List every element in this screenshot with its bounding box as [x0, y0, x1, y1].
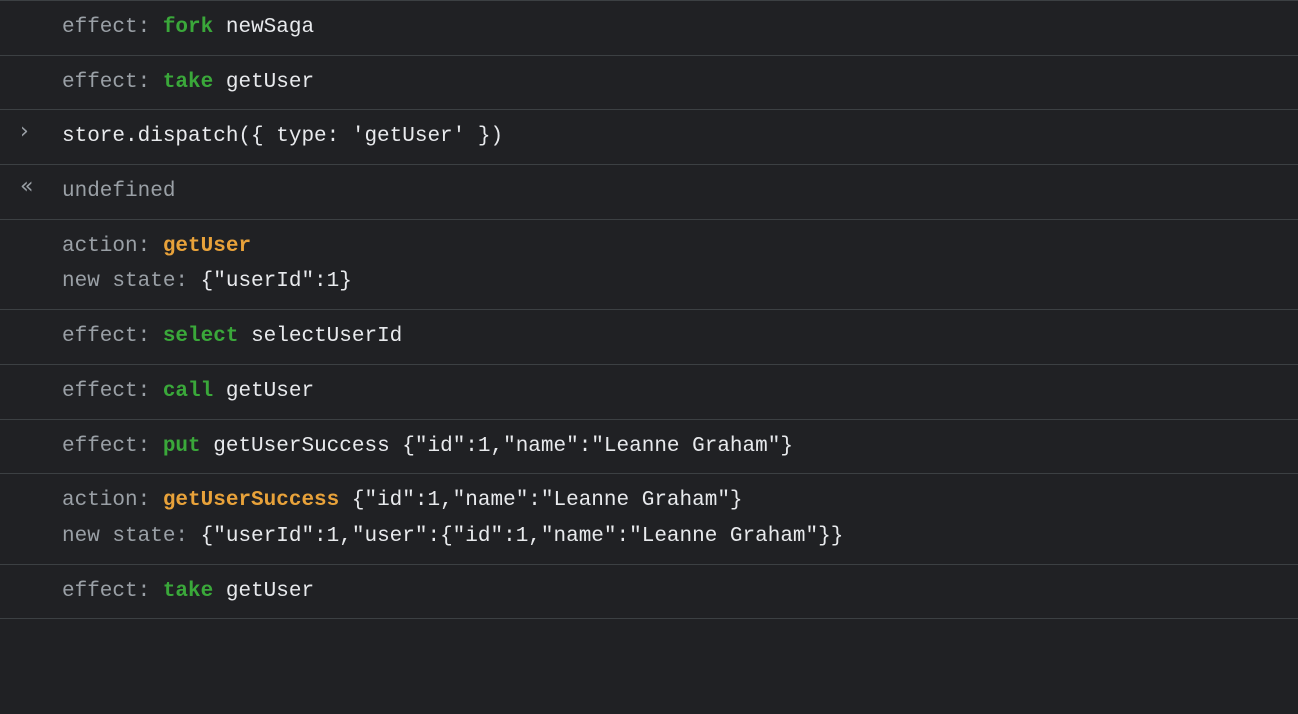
log-content: effect: put getUserSuccess {"id":1,"name… [62, 429, 1298, 465]
label-newstate: new state: [62, 270, 188, 293]
effect-verb: take [163, 580, 213, 603]
label-action: action: [62, 489, 150, 512]
output-value: undefined [62, 174, 1298, 210]
effect-arg: newSaga [226, 16, 314, 39]
log-row: action: getUserSuccess {"id":1,"name":"L… [0, 474, 1298, 564]
label-effect: effect: [62, 71, 150, 94]
log-content: effect: select selectUserId [62, 319, 1298, 355]
effect-arg: getUser [226, 380, 314, 403]
gutter [0, 174, 62, 198]
log-content: effect: take getUser [62, 65, 1298, 101]
log-row: effect: take getUser [0, 565, 1298, 620]
label-effect: effect: [62, 325, 150, 348]
log-row: effect: put getUserSuccess {"id":1,"name… [0, 420, 1298, 475]
effect-verb: select [163, 325, 239, 348]
log-content: effect: take getUser [62, 574, 1298, 610]
undefined-text: undefined [62, 180, 175, 203]
effect-arg: getUserSuccess {"id":1,"name":"Leanne Gr… [213, 435, 793, 458]
log-content: effect: fork newSaga [62, 10, 1298, 46]
state-json: {"userId":1} [201, 270, 352, 293]
log-row: effect: select selectUserId [0, 310, 1298, 365]
effect-arg: getUser [226, 71, 314, 94]
log-row: effect: fork newSaga [0, 0, 1298, 56]
label-effect: effect: [62, 16, 150, 39]
label-newstate: new state: [62, 525, 188, 548]
action-payload: {"id":1,"name":"Leanne Graham"} [339, 489, 742, 512]
action-name: getUser [163, 235, 251, 258]
label-effect: effect: [62, 580, 150, 603]
input-chevron-icon [20, 119, 29, 143]
console-input-row[interactable]: store.dispatch({ type: 'getUser' }) [0, 110, 1298, 165]
effect-verb: call [163, 380, 213, 403]
log-row: effect: take getUser [0, 56, 1298, 111]
effect-arg: selectUserId [251, 325, 402, 348]
code-text: store.dispatch({ type: 'getUser' }) [62, 125, 503, 148]
effect-verb: put [163, 435, 201, 458]
console-output-row: undefined [0, 165, 1298, 220]
log-row: action: getUser new state: {"userId":1} [0, 220, 1298, 310]
log-row: effect: call getUser [0, 365, 1298, 420]
log-content: action: getUser new state: {"userId":1} [62, 229, 1298, 300]
label-effect: effect: [62, 435, 150, 458]
log-content: action: getUserSuccess {"id":1,"name":"L… [62, 483, 1298, 554]
label-action: action: [62, 235, 150, 258]
input-code[interactable]: store.dispatch({ type: 'getUser' }) [62, 119, 1298, 155]
action-name: getUserSuccess [163, 489, 339, 512]
effect-arg: getUser [226, 580, 314, 603]
effect-verb: fork [163, 16, 213, 39]
output-chevron-icon [20, 174, 33, 198]
label-effect: effect: [62, 380, 150, 403]
effect-verb: take [163, 71, 213, 94]
console-output: effect: fork newSaga effect: take getUse… [0, 0, 1298, 619]
log-content: effect: call getUser [62, 374, 1298, 410]
gutter [0, 119, 62, 143]
state-json: {"userId":1,"user":{"id":1,"name":"Leann… [201, 525, 844, 548]
